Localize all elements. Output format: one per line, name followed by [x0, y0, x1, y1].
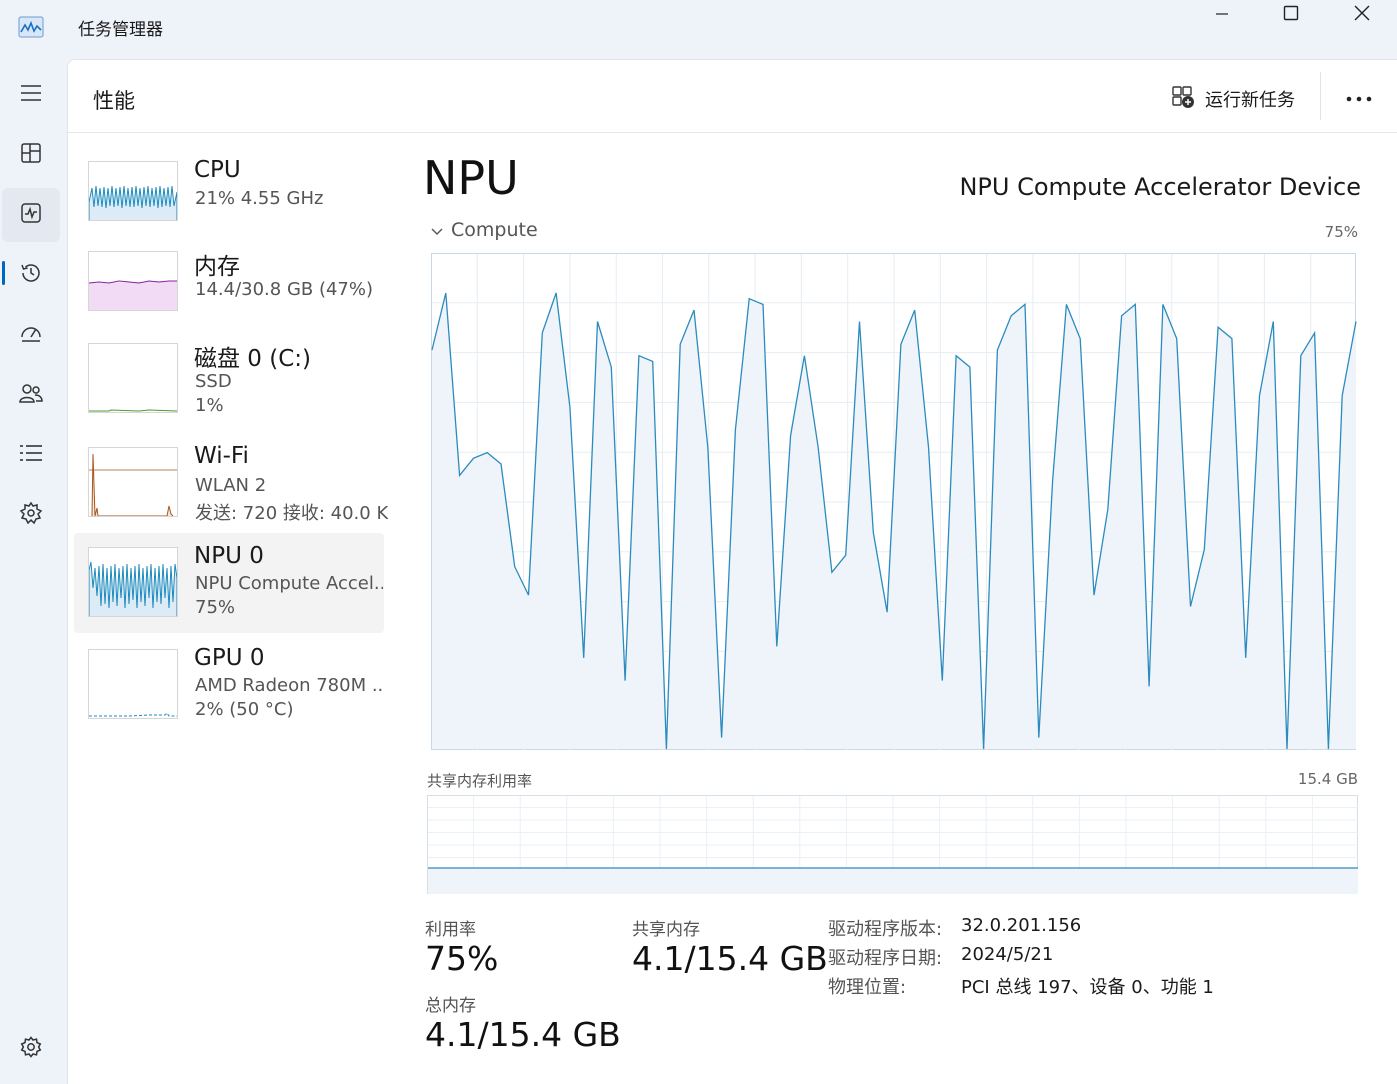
device-usage: 2% (50 °C) — [195, 699, 294, 720]
total-memory-value: 4.1/15.4 GB — [425, 1015, 621, 1054]
compute-graph-max: 75% — [1324, 223, 1358, 241]
device-item-wifi[interactable]: Wi-Fi WLAN 2 发送: 720 接收: 40.0 K — [74, 433, 388, 533]
app-title: 任务管理器 — [78, 20, 163, 40]
shared-memory-label: 共享内存 — [632, 920, 700, 940]
device-stats: 14.4/30.8 GB (47%) — [195, 279, 374, 300]
device-name: NPU 0 — [194, 543, 264, 569]
npu-thumbnail-graph — [88, 547, 178, 617]
minimize-icon — [1215, 6, 1229, 25]
run-task-label: 运行新任务 — [1205, 90, 1295, 111]
app-history-icon — [19, 261, 43, 289]
cpu-thumbnail-graph — [88, 161, 178, 221]
driver-version-label: 驱动程序版本: — [828, 919, 943, 940]
utilization-label: 利用率 — [425, 920, 476, 940]
performance-button[interactable] — [2, 188, 60, 242]
wifi-thumbnail-graph — [88, 447, 178, 517]
device-stats: 21% 4.55 GHz — [195, 188, 324, 209]
device-description: NPU Compute Accel... — [195, 573, 383, 594]
gpu-thumbnail-graph — [88, 649, 178, 719]
page-title: 性能 — [93, 89, 135, 113]
total-memory-label: 总内存 — [425, 996, 476, 1016]
maximize-button[interactable] — [1256, 0, 1326, 30]
disk-thumbnail-graph — [88, 343, 178, 413]
chevron-down-icon — [431, 219, 443, 241]
maximize-icon — [1283, 5, 1299, 25]
hamburger-menu-icon — [20, 84, 42, 106]
device-adapter: WLAN 2 — [195, 475, 267, 496]
device-item-memory[interactable]: 内存 14.4/30.8 GB (47%) — [74, 237, 384, 337]
processes-icon — [20, 142, 42, 168]
compute-utilization-graph — [431, 253, 1357, 751]
settings-button[interactable] — [2, 1022, 60, 1076]
device-usage: 75% — [195, 597, 236, 618]
compute-graph-selector[interactable]: Compute — [431, 219, 538, 241]
compute-graph-label: Compute — [451, 219, 538, 241]
details-icon — [19, 444, 43, 466]
npu-detail-panel: NPU NPU Compute Accelerator Device Compu… — [423, 133, 1383, 1083]
header-separator — [1320, 72, 1321, 120]
run-task-icon — [1171, 85, 1195, 114]
details-button[interactable] — [2, 428, 60, 482]
services-button[interactable] — [2, 488, 60, 542]
performance-icon — [20, 202, 42, 228]
driver-date-label: 驱动程序日期: — [828, 948, 943, 969]
close-icon — [1354, 5, 1370, 25]
device-name: GPU 0 — [194, 645, 265, 671]
detail-title: NPU — [423, 151, 519, 205]
more-options-button[interactable] — [1343, 80, 1375, 112]
shared-memory-graph-max: 15.4 GB — [1297, 770, 1358, 788]
main-panel: 性能 运行新任务 CPU 21% 4.55 GHz 内存 14.4/30.8 G… — [67, 59, 1397, 1084]
processes-button[interactable] — [2, 128, 60, 182]
device-throughput: 发送: 720 接收: 40.0 K — [195, 503, 389, 524]
device-name: CPU — [194, 157, 241, 183]
users-icon — [18, 382, 44, 408]
shared-memory-graph-label: 共享内存利用率 — [427, 772, 533, 790]
users-button[interactable] — [2, 368, 60, 422]
startup-apps-button[interactable] — [2, 308, 60, 362]
navigation-rail — [0, 58, 66, 1083]
physical-location-label: 物理位置: — [828, 977, 907, 998]
minimize-button[interactable] — [1187, 0, 1257, 30]
hamburger-menu-button[interactable] — [2, 68, 60, 122]
settings-icon — [20, 1036, 42, 1062]
device-item-gpu[interactable]: GPU 0 AMD Radeon 780M ... 2% (50 °C) — [74, 635, 385, 735]
memory-thumbnail-graph — [88, 251, 178, 311]
shared-memory-value: 4.1/15.4 GB — [632, 939, 828, 978]
device-description: AMD Radeon 780M ... — [195, 675, 385, 696]
driver-date-value: 2024/5/21 — [961, 944, 1054, 965]
startup-apps-icon — [19, 322, 43, 348]
page-header: 性能 运行新任务 — [68, 60, 1397, 133]
app-history-button[interactable] — [2, 248, 60, 302]
close-button[interactable] — [1327, 0, 1397, 30]
device-type: SSD — [195, 371, 232, 392]
device-item-disk[interactable]: 磁盘 0 (C:) SSD 1% — [74, 329, 384, 429]
utilization-value: 75% — [425, 939, 499, 978]
driver-version-value: 32.0.201.156 — [961, 915, 1082, 936]
shared-memory-graph — [427, 795, 1359, 895]
device-list: CPU 21% 4.55 GHz 内存 14.4/30.8 GB (47%) 磁… — [68, 133, 398, 1083]
device-name: 内存 — [194, 254, 240, 280]
physical-location-value: PCI 总线 197、设备 0、功能 1 — [961, 977, 1214, 998]
title-bar: 任务管理器 — [0, 0, 1397, 58]
detail-device-name: NPU Compute Accelerator Device — [959, 173, 1361, 201]
device-name: 磁盘 0 (C:) — [194, 346, 312, 372]
more-options-icon — [1346, 87, 1372, 106]
device-usage: 1% — [195, 395, 224, 416]
task-manager-app-icon — [18, 16, 44, 38]
run-new-task-button[interactable]: 运行新任务 — [1171, 84, 1295, 114]
device-name: Wi-Fi — [194, 443, 249, 469]
device-item-cpu[interactable]: CPU 21% 4.55 GHz — [74, 145, 384, 245]
services-icon — [19, 501, 43, 529]
device-item-npu[interactable]: NPU 0 NPU Compute Accel... 75% — [74, 533, 384, 633]
